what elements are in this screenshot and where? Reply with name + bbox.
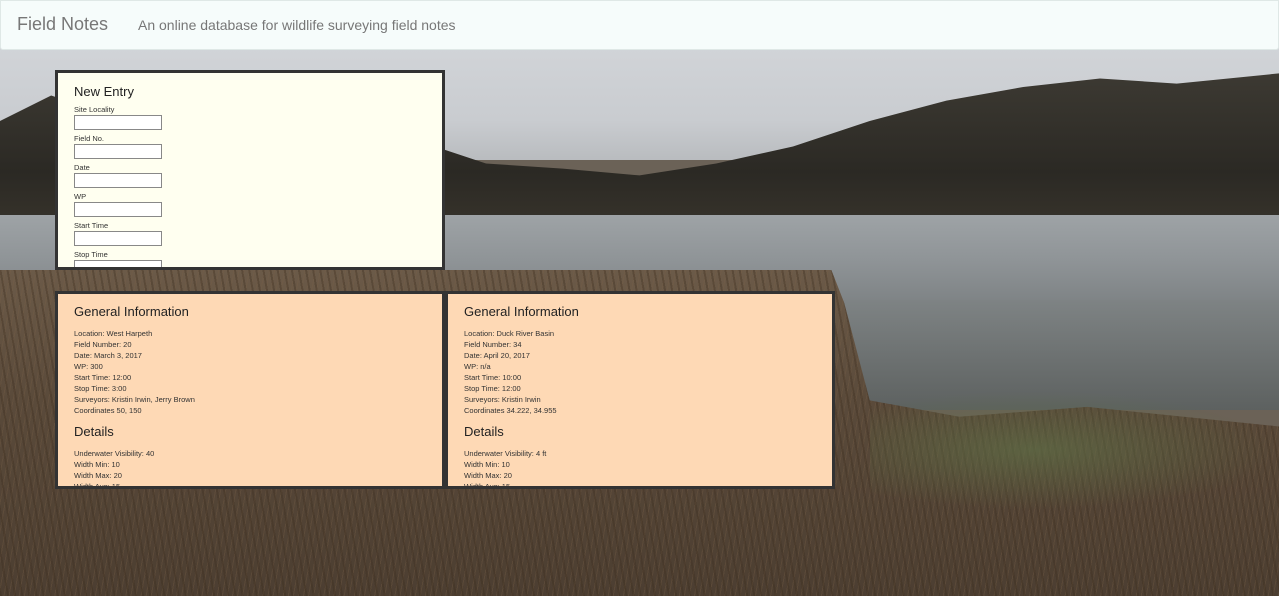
- start-time-text: Start Time: 12:00: [74, 373, 132, 382]
- field-number-text: Field Number: 34: [464, 340, 522, 349]
- details-heading: Details: [464, 424, 504, 439]
- field-label: Stop Time: [74, 250, 108, 259]
- entry-card: General Information Location: Duck River…: [445, 291, 835, 489]
- stop-time-text: Stop Time: 3:00: [74, 384, 127, 393]
- site-locality-input[interactable]: [74, 115, 162, 130]
- field-label: Site Locality: [74, 105, 115, 114]
- date-text: Date: April 20, 2017: [464, 351, 530, 360]
- entry-card: General Information Location: West Harpe…: [55, 291, 445, 489]
- field-label: Date: [74, 163, 90, 172]
- location-text: Location: Duck River Basin: [464, 329, 555, 338]
- stop-time-input[interactable]: [74, 260, 162, 267]
- width-max-text: Width Max: 20: [74, 471, 122, 480]
- field-label: Field No.: [74, 134, 105, 143]
- wp-text: WP: 300: [74, 362, 103, 371]
- start-time-input[interactable]: [74, 231, 162, 246]
- form-field-start-time: Start Time: [74, 221, 426, 246]
- field-label: Start Time: [74, 221, 109, 230]
- form-field-field-no: Field No.: [74, 134, 426, 159]
- underwater-visibility-text: Underwater Visibility: 4 ft: [464, 449, 547, 458]
- brand-link[interactable]: Field Notes: [17, 14, 108, 35]
- location-text: Location: West Harpeth: [74, 329, 153, 338]
- general-information-heading: General Information: [74, 304, 189, 319]
- width-max-text: Width Max: 20: [464, 471, 512, 480]
- navbar: Field Notes An online database for wildl…: [0, 0, 1279, 50]
- width-min-text: Width Min: 10: [464, 460, 510, 469]
- form-field-site-locality: Site Locality: [74, 105, 426, 130]
- coordinates-text: Coordinates 34.222, 34.955: [464, 406, 557, 415]
- width-min-text: Width Min: 10: [74, 460, 120, 469]
- coordinates-text: Coordinates 50, 150: [74, 406, 142, 415]
- field-number-text: Field Number: 20: [74, 340, 132, 349]
- tagline: An online database for wildlife surveyin…: [138, 17, 456, 33]
- form-field-date: Date: [74, 163, 426, 188]
- field-label: WP: [74, 192, 87, 201]
- underwater-visibility-text: Underwater Visibility: 40: [74, 449, 155, 458]
- surveyors-text: Surveyors: Kristin Irwin, Jerry Brown: [74, 395, 195, 404]
- width-avg-text: Width Avg: 15: [464, 482, 511, 489]
- width-avg-text: Width Avg: 15: [74, 482, 121, 489]
- green-grass-patch: [870, 390, 1279, 510]
- details-heading: Details: [74, 424, 114, 439]
- new-entry-title: New Entry: [74, 84, 134, 99]
- form-field-stop-time: Stop Time: [74, 250, 426, 267]
- start-time-text: Start Time: 10:00: [464, 373, 522, 382]
- field-no-input[interactable]: [74, 144, 162, 159]
- stop-time-text: Stop Time: 12:00: [464, 384, 521, 393]
- general-information-heading: General Information: [464, 304, 579, 319]
- surveyors-text: Surveyors: Kristin Irwin: [464, 395, 541, 404]
- form-field-wp: WP: [74, 192, 426, 217]
- new-entry-panel: New Entry Site Locality Field No. Date W…: [55, 70, 445, 270]
- wp-text: WP: n/a: [464, 362, 491, 371]
- date-text: Date: March 3, 2017: [74, 351, 142, 360]
- date-input[interactable]: [74, 173, 162, 188]
- wp-input[interactable]: [74, 202, 162, 217]
